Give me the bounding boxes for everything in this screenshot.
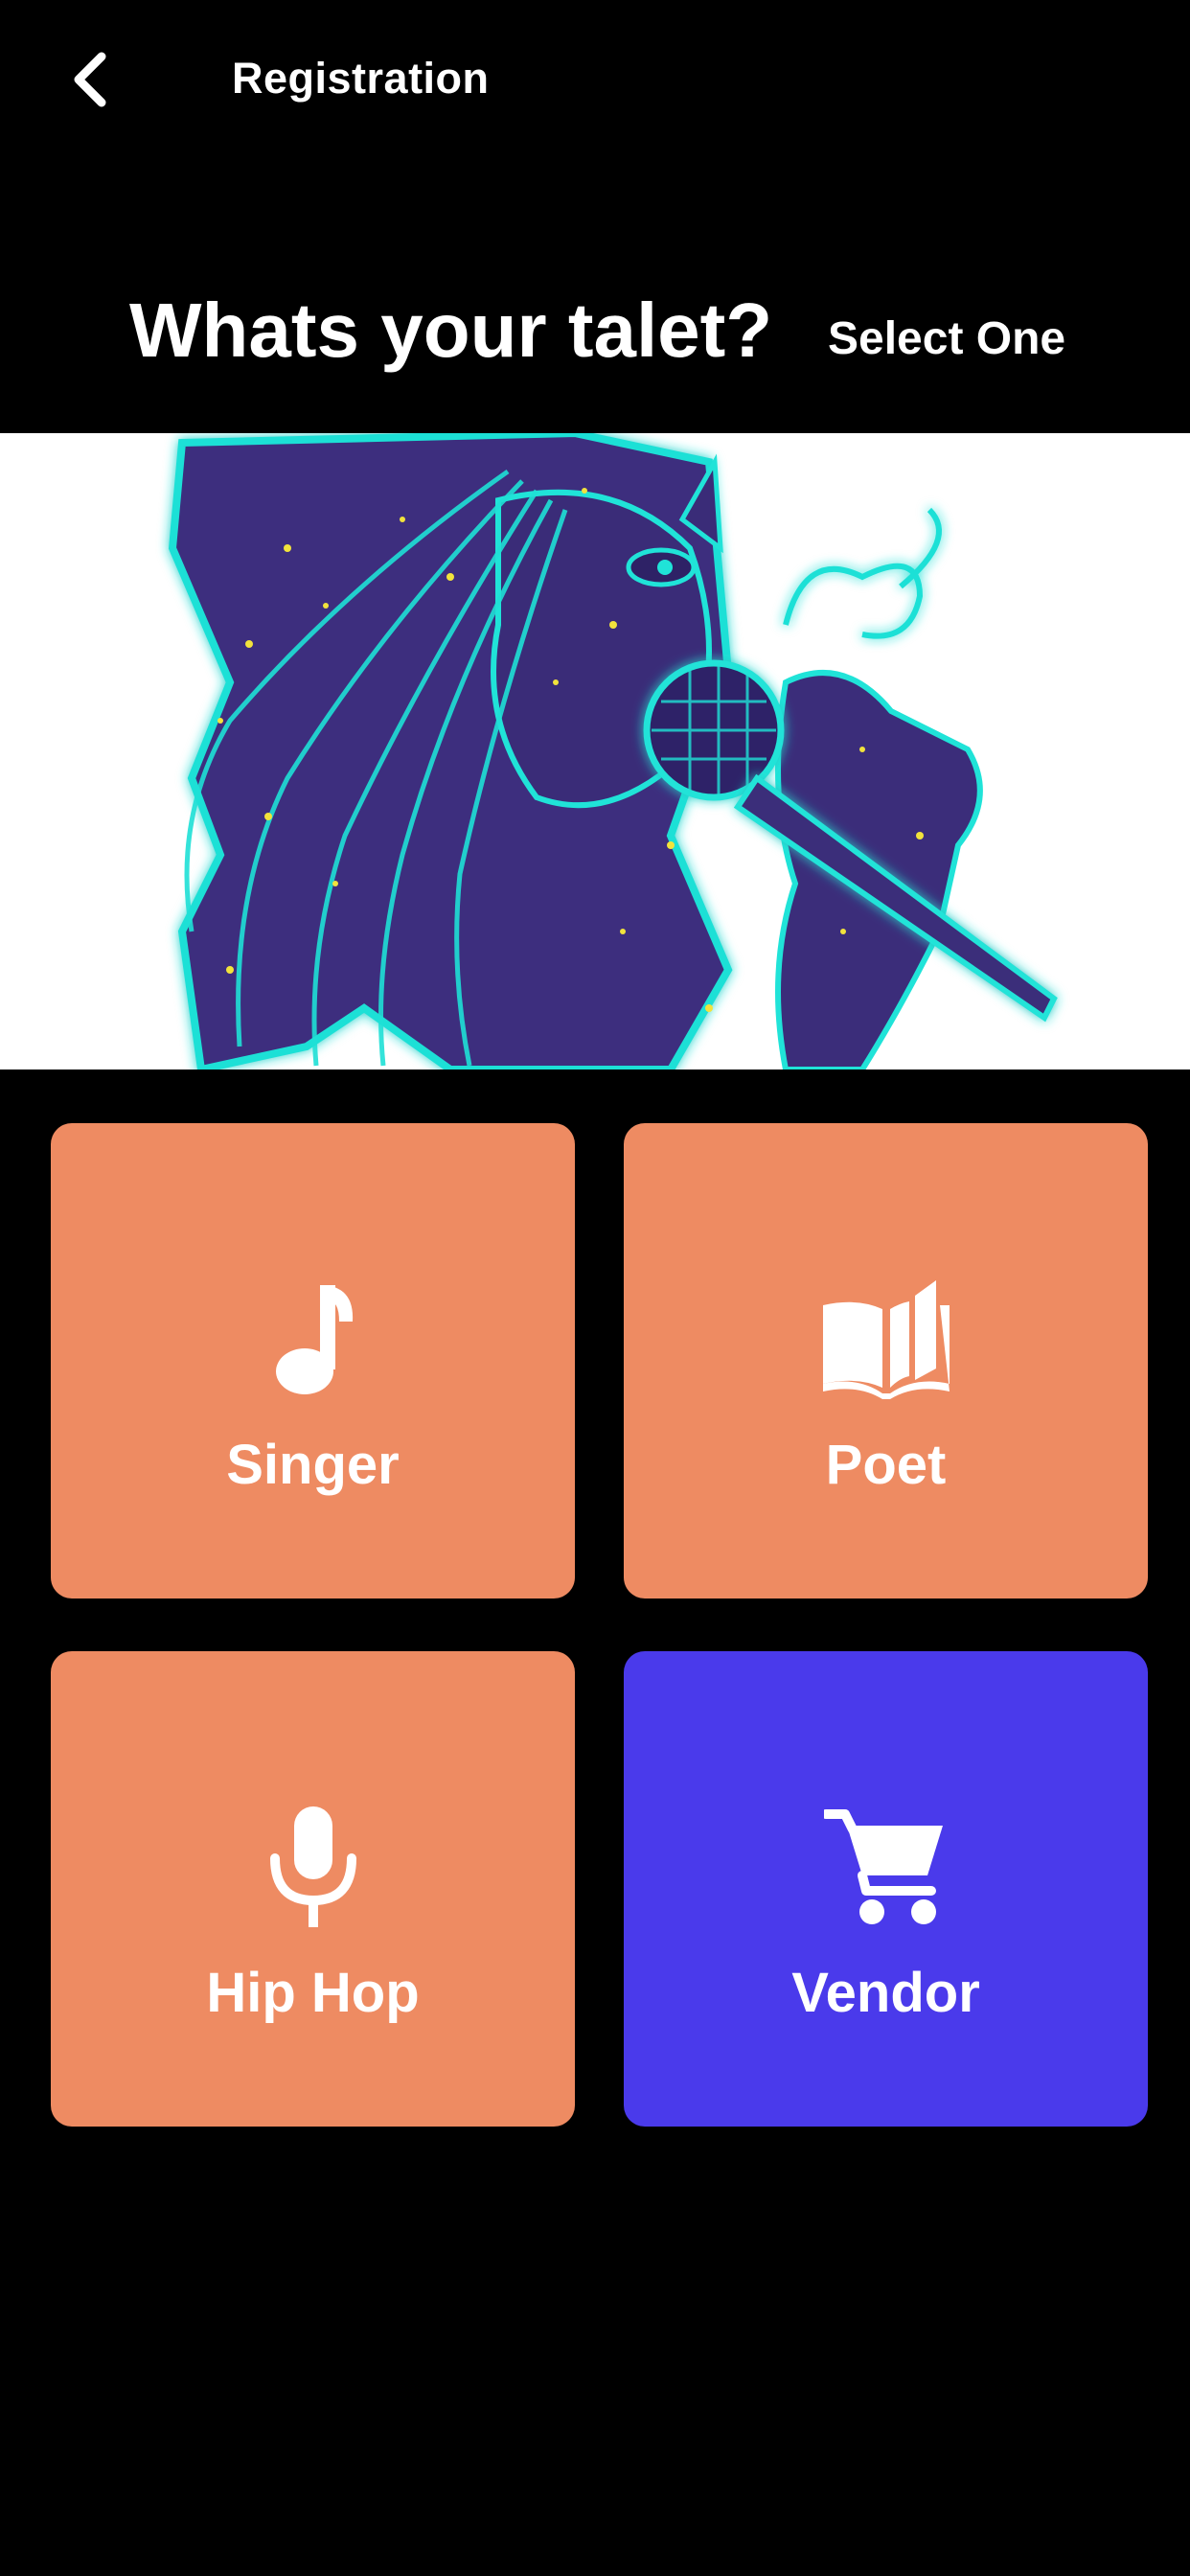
singer-illustration-image: [0, 433, 1190, 1070]
shopping-cart-icon: [624, 1805, 1148, 1929]
talent-option-poet[interactable]: Poet: [624, 1123, 1148, 1598]
registration-screen: Registration Whats your talet? Select On…: [0, 0, 1190, 2576]
select-hint: Select One: [828, 313, 1066, 364]
chevron-left-icon: [74, 52, 106, 107]
talent-label: Poet: [825, 1434, 947, 1496]
talent-label: Vendor: [791, 1962, 980, 2024]
talent-label: Hip Hop: [206, 1962, 420, 2024]
page-title: Registration: [232, 54, 490, 103]
back-button[interactable]: [57, 46, 125, 113]
talent-option-singer[interactable]: Singer: [51, 1123, 575, 1598]
talent-option-hip-hop[interactable]: Hip Hop: [51, 1651, 575, 2127]
talent-question: Whats your talet?: [129, 288, 773, 373]
app-header: Registration: [0, 0, 1190, 163]
microphone-icon: [51, 1805, 575, 1929]
talent-option-vendor[interactable]: Vendor: [624, 1651, 1148, 2127]
open-book-icon: [624, 1276, 1148, 1401]
talent-label: Singer: [226, 1434, 400, 1496]
music-note-icon: [51, 1276, 575, 1401]
hero-illustration: [0, 433, 1190, 1070]
